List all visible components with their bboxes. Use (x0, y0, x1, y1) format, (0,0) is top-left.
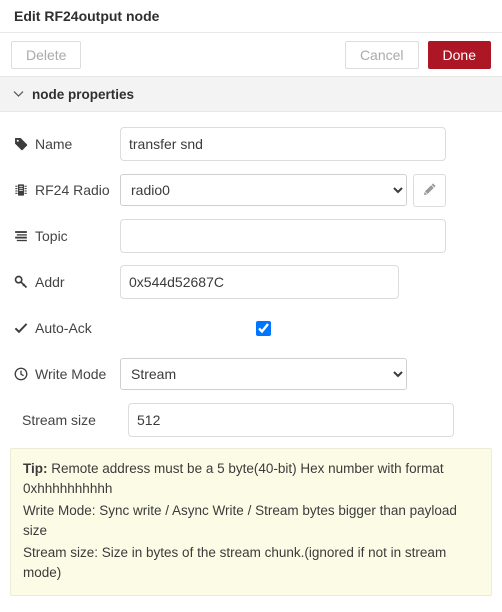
section-header-node-properties[interactable]: node properties (0, 77, 502, 112)
edit-radio-config-button[interactable] (413, 173, 446, 207)
tip-prefix: Tip: (23, 461, 48, 476)
delete-button[interactable]: Delete (11, 40, 82, 69)
label-name-text: Name (35, 136, 73, 152)
label-addr: Addr (14, 274, 120, 290)
label-rf24-radio-text: RF24 Radio (35, 182, 110, 198)
auto-ack-checkbox-wrap (120, 320, 407, 336)
name-input[interactable] (120, 127, 446, 161)
key-icon (14, 275, 31, 289)
label-addr-text: Addr (35, 274, 65, 290)
form-row-topic: Topic (14, 218, 488, 254)
form-row-write-mode: Write Mode Stream (14, 356, 488, 392)
tip-line-3: Stream size: Size in bytes of the stream… (23, 545, 447, 580)
tip-line-2: Write Mode: Sync write / Async Write / S… (23, 503, 457, 538)
dialog-button-bar: Delete Cancel Done (0, 32, 502, 77)
addr-input[interactable] (120, 265, 399, 299)
form-row-addr: Addr (14, 264, 488, 300)
form-row-name: Name (14, 126, 488, 162)
node-properties-form: Name transfer snd RF24 Radio radio0 Topi… (0, 112, 502, 438)
label-stream-size: Stream size (14, 412, 128, 428)
label-name: Name (14, 136, 120, 152)
write-mode-select[interactable]: Stream (120, 358, 407, 390)
check-icon (14, 321, 31, 335)
chevron-down-icon (13, 88, 27, 100)
dialog-action-buttons: Cancel Done (344, 40, 491, 69)
label-topic-text: Topic (35, 228, 68, 244)
form-row-auto-ack: Auto-Ack (14, 310, 488, 346)
done-button[interactable]: Done (427, 40, 491, 69)
clock-icon (14, 367, 31, 381)
list-icon (14, 229, 31, 243)
stream-size-input[interactable] (128, 403, 454, 437)
topic-input[interactable] (120, 219, 446, 253)
label-write-mode: Write Mode (14, 366, 120, 382)
rf24-radio-select[interactable]: radio0 (120, 174, 407, 206)
tip-box: Tip: Remote address must be a 5 byte(40-… (10, 448, 492, 596)
label-auto-ack-text: Auto-Ack (35, 320, 92, 336)
label-rf24-radio: RF24 Radio (14, 182, 120, 198)
tip-line-1: Tip: Remote address must be a 5 byte(40-… (23, 459, 479, 499)
form-row-stream-size: Stream size (14, 402, 488, 438)
tag-icon (14, 137, 31, 151)
label-write-mode-text: Write Mode (35, 366, 107, 382)
section-title: node properties (32, 86, 135, 102)
tip-line-1-text: Remote address must be a 5 byte(40-bit) … (23, 461, 444, 496)
form-row-rf24-radio: RF24 Radio radio0 (14, 172, 488, 208)
dialog-title: Edit RF24output node (14, 8, 160, 24)
label-topic: Topic (14, 228, 120, 244)
cancel-button[interactable]: Cancel (344, 40, 419, 69)
auto-ack-checkbox[interactable] (256, 320, 271, 336)
label-auto-ack: Auto-Ack (14, 320, 120, 336)
label-stream-size-text: Stream size (22, 412, 96, 428)
microchip-icon (14, 183, 31, 197)
pencil-icon (423, 182, 437, 199)
